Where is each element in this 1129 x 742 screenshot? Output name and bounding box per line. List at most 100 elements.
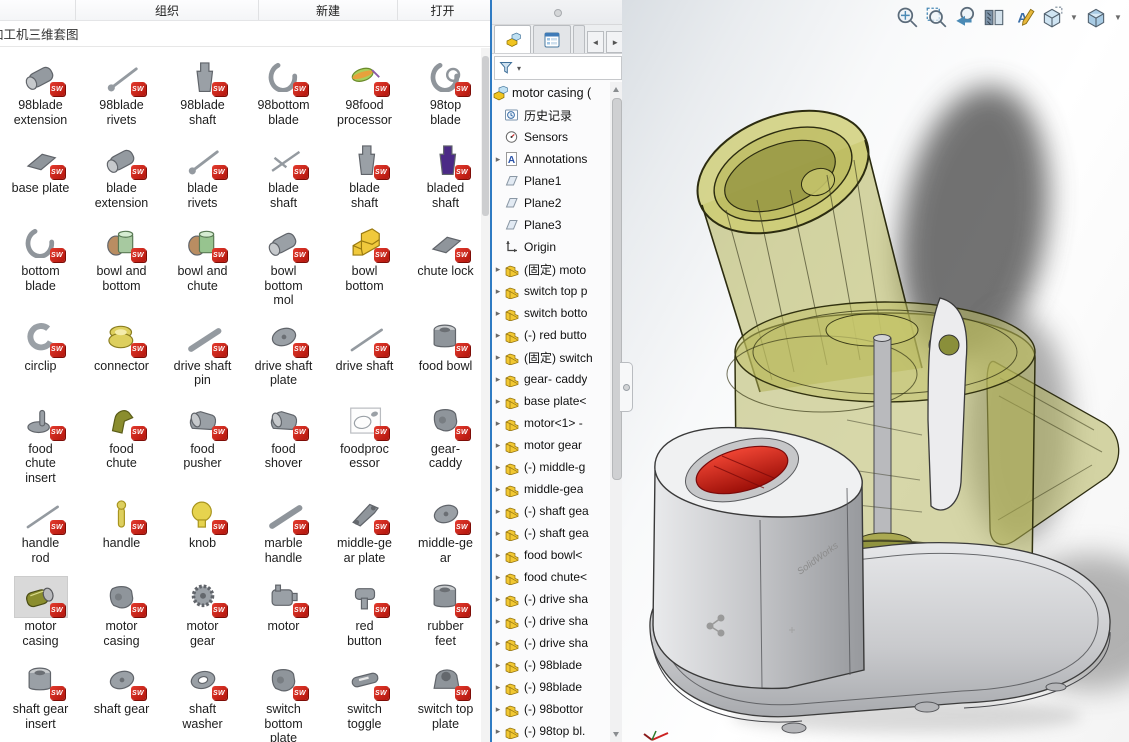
- tree-item[interactable]: ▸(-) 98top bl.: [492, 720, 610, 742]
- part-item[interactable]: SWfoodproc essor: [324, 400, 405, 486]
- part-item[interactable]: SWrubber feet: [405, 577, 481, 651]
- propertymanager-tab[interactable]: [533, 25, 570, 53]
- tree-item[interactable]: ▸(-) shaft gea: [492, 522, 610, 544]
- tree-item[interactable]: ▸(-) 98blade: [492, 676, 610, 698]
- explorer-toolbar-button[interactable]: 新建: [258, 0, 397, 20]
- tree-item[interactable]: Origin: [492, 236, 610, 258]
- tree-item[interactable]: ▸motor<1> -: [492, 412, 610, 434]
- part-item[interactable]: SWdrive shaft plate: [243, 317, 324, 391]
- tree-item[interactable]: ▸food chute<: [492, 566, 610, 588]
- previous-view-button[interactable]: [953, 5, 977, 29]
- part-item[interactable]: SWfood pusher: [162, 400, 243, 486]
- part-item[interactable]: SWbowl bottom mol: [243, 222, 324, 308]
- explorer-toolbar-button[interactable]: 打开: [397, 0, 487, 20]
- configuration-tab[interactable]: [573, 25, 585, 53]
- part-item[interactable]: SWbladed shaft: [405, 139, 481, 213]
- expander-arrow-icon[interactable]: ▸: [492, 616, 504, 627]
- part-item[interactable]: SW98top blade: [405, 56, 481, 130]
- part-item[interactable]: SWfood shover: [243, 400, 324, 486]
- part-item[interactable]: SWcirclip: [0, 317, 81, 391]
- tree-item[interactable]: Plane2: [492, 192, 610, 214]
- tree-item[interactable]: ▸(-) shaft gea: [492, 500, 610, 522]
- part-item[interactable]: SW98blade shaft: [162, 56, 243, 130]
- expander-arrow-icon[interactable]: ▸: [492, 308, 504, 319]
- nav-back-button[interactable]: ◄: [587, 31, 605, 53]
- tree-item[interactable]: ▸food bowl<: [492, 544, 610, 566]
- explorer-scrollbar[interactable]: [481, 48, 490, 742]
- part-item[interactable]: SWhandle: [81, 494, 162, 568]
- part-item[interactable]: SWfood chute insert: [0, 400, 81, 486]
- tree-item[interactable]: ▸switch top p: [492, 280, 610, 302]
- tree-item[interactable]: ▸(固定) switch: [492, 346, 610, 368]
- part-item[interactable]: SW98food processor: [324, 56, 405, 130]
- zoom-fit-button[interactable]: [895, 5, 919, 29]
- tree-item[interactable]: ▸middle-gea: [492, 478, 610, 500]
- part-item[interactable]: SWbowl and chute: [162, 222, 243, 308]
- expander-arrow-icon[interactable]: ▸: [492, 572, 504, 583]
- tree-item[interactable]: ▸switch botto: [492, 302, 610, 324]
- explorer-toolbar-button[interactable]: 组织: [75, 0, 258, 20]
- part-item[interactable]: SWmiddle-ge ar: [405, 494, 481, 568]
- expander-arrow-icon[interactable]: ▸: [492, 264, 504, 275]
- expander-arrow-icon[interactable]: ▸: [492, 352, 504, 363]
- part-item[interactable]: SWblade extension: [81, 139, 162, 213]
- part-item[interactable]: SWblade rivets: [162, 139, 243, 213]
- part-item[interactable]: SWmiddle-ge ar plate: [324, 494, 405, 568]
- tree-item[interactable]: ▸(-) middle-g: [492, 456, 610, 478]
- part-item[interactable]: SWswitch top plate: [405, 660, 481, 742]
- tree-item[interactable]: ▸base plate<: [492, 390, 610, 412]
- part-item[interactable]: SWshaft gear insert: [0, 660, 81, 742]
- tree-item[interactable]: ▸(固定) moto: [492, 258, 610, 280]
- expander-arrow-icon[interactable]: ▸: [492, 440, 504, 451]
- part-item[interactable]: SWbase plate: [0, 139, 81, 213]
- part-item[interactable]: SWblade shaft: [324, 139, 405, 213]
- tree-item[interactable]: ▸(-) 98bottor: [492, 698, 610, 720]
- tree-item[interactable]: Plane3: [492, 214, 610, 236]
- expander-arrow-icon[interactable]: ▸: [492, 506, 504, 517]
- part-item[interactable]: SWmotor casing: [0, 577, 81, 651]
- expander-arrow-icon[interactable]: ▸: [492, 484, 504, 495]
- expander-arrow-icon[interactable]: ▸: [492, 396, 504, 407]
- part-item[interactable]: SWswitch toggle: [324, 660, 405, 742]
- expander-arrow-icon[interactable]: ▸: [492, 462, 504, 473]
- panel-grip[interactable]: [492, 0, 624, 25]
- part-item[interactable]: SWshaft washer: [162, 660, 243, 742]
- part-item[interactable]: SW98blade rivets: [81, 56, 162, 130]
- part-item[interactable]: SWknob: [162, 494, 243, 568]
- part-item[interactable]: SWbowl bottom: [324, 222, 405, 308]
- tree-item[interactable]: ▸(-) red butto: [492, 324, 610, 346]
- part-item[interactable]: SWswitch bottom plate: [243, 660, 324, 742]
- part-item[interactable]: SWmotor: [243, 577, 324, 651]
- dropdown-caret-icon[interactable]: ▼: [1069, 5, 1079, 29]
- tree-item[interactable]: ▸(-) 98blade: [492, 654, 610, 676]
- expander-arrow-icon[interactable]: ▸: [492, 660, 504, 671]
- sketch-visibility-button[interactable]: A: [1011, 5, 1035, 29]
- part-item[interactable]: SWshaft gear: [81, 660, 162, 742]
- expander-arrow-icon[interactable]: ▸: [492, 154, 504, 165]
- display-style-button[interactable]: [1084, 5, 1108, 29]
- expander-arrow-icon[interactable]: ▸: [492, 638, 504, 649]
- part-item[interactable]: SWdrive shaft pin: [162, 317, 243, 391]
- part-item[interactable]: SWmotor gear: [162, 577, 243, 651]
- part-item[interactable]: SW98blade extension: [0, 56, 81, 130]
- expander-arrow-icon[interactable]: ▸: [492, 726, 504, 737]
- section-view-button[interactable]: [982, 5, 1006, 29]
- part-item[interactable]: SWbowl and bottom: [81, 222, 162, 308]
- expander-arrow-icon[interactable]: ▸: [492, 704, 504, 715]
- expander-arrow-icon[interactable]: ▸: [492, 550, 504, 561]
- tree-item[interactable]: ▸AAnnotations: [492, 148, 610, 170]
- part-item[interactable]: SWdrive shaft: [324, 317, 405, 391]
- tree-item[interactable]: ▸gear- caddy: [492, 368, 610, 390]
- featuremanager-tab[interactable]: [494, 25, 531, 53]
- part-item[interactable]: SWbottom blade: [0, 222, 81, 308]
- tree-filter[interactable]: ▾: [494, 56, 622, 80]
- tree-scrollbar-thumb[interactable]: [612, 98, 622, 480]
- part-item[interactable]: SWblade shaft: [243, 139, 324, 213]
- tree-item[interactable]: ▸(-) drive sha: [492, 632, 610, 654]
- part-item[interactable]: SWgear- caddy: [405, 400, 481, 486]
- expander-arrow-icon[interactable]: ▸: [492, 528, 504, 539]
- expander-arrow-icon[interactable]: ▸: [492, 286, 504, 297]
- view-orientation-button[interactable]: [1040, 5, 1064, 29]
- expander-arrow-icon[interactable]: ▸: [492, 330, 504, 341]
- tree-item[interactable]: ▸(-) drive sha: [492, 588, 610, 610]
